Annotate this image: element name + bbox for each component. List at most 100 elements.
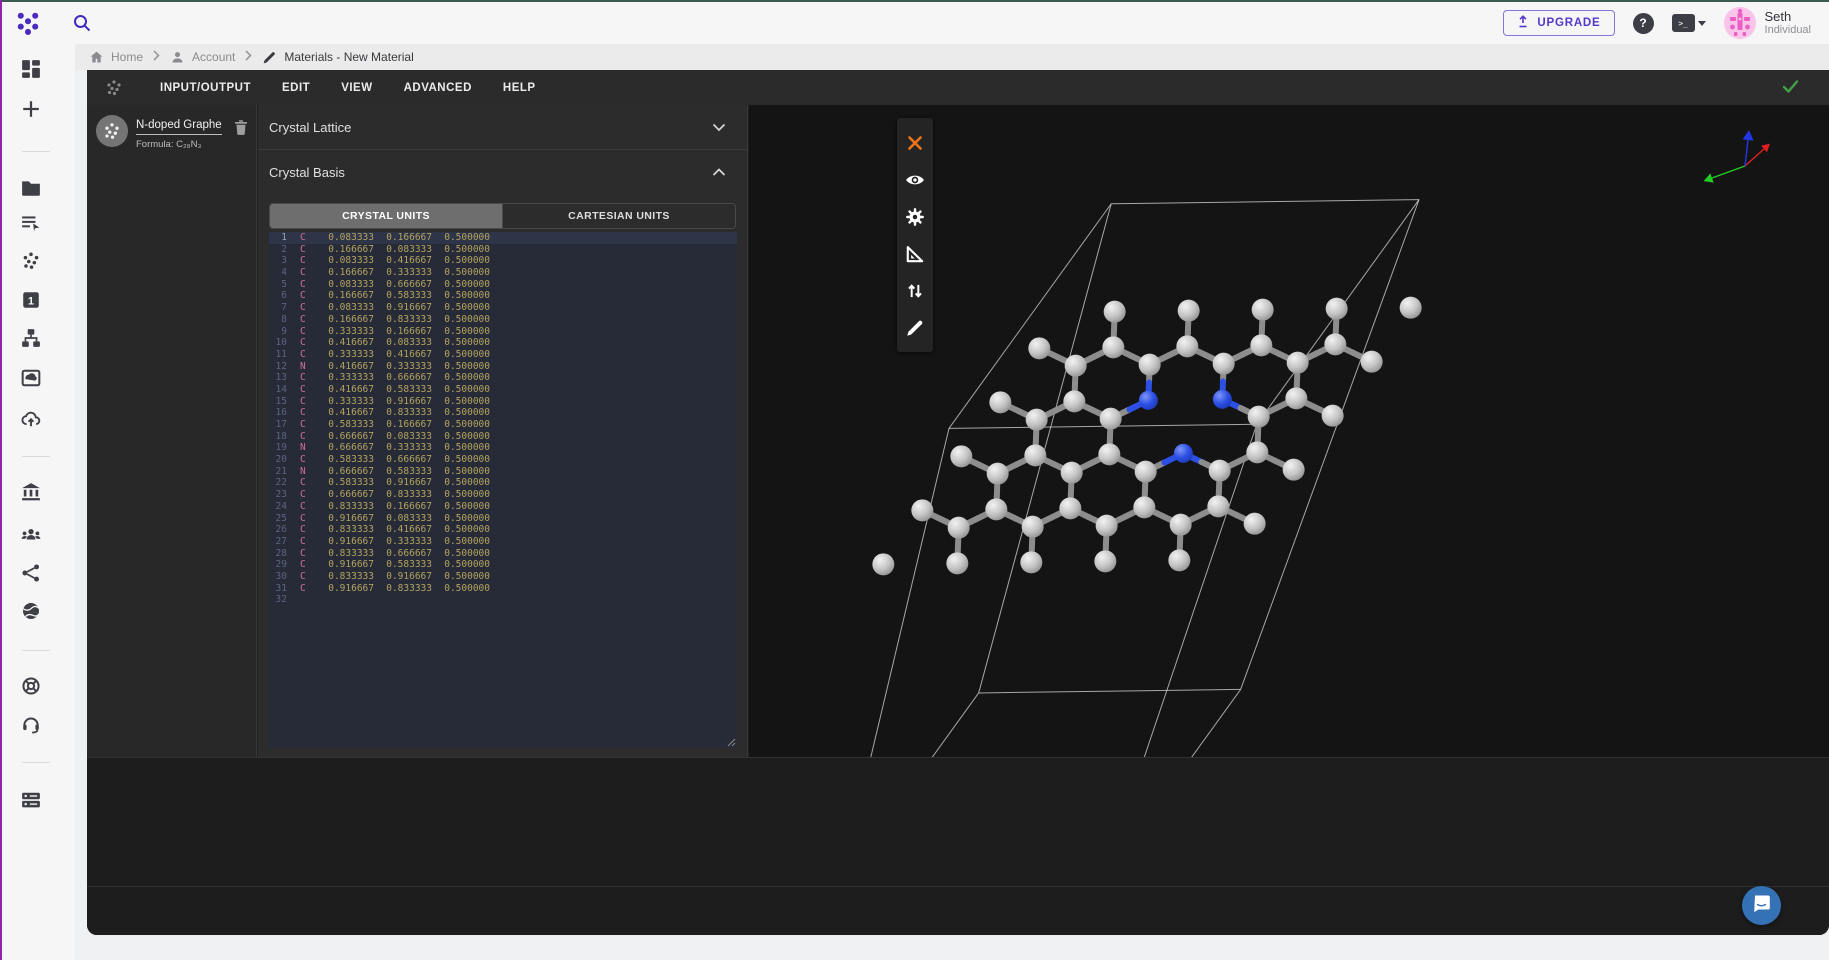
- carbon-atom[interactable]: [1244, 513, 1266, 535]
- sidebar-item-share[interactable]: [20, 562, 42, 584]
- upgrade-button[interactable]: UPGRADE: [1503, 10, 1614, 36]
- terminal-menu-button[interactable]: >_: [1672, 14, 1706, 32]
- carbon-atom[interactable]: [1139, 354, 1161, 376]
- sidebar-item-bank[interactable]: [20, 481, 42, 503]
- carbon-atom[interactable]: [872, 553, 894, 575]
- basis-line[interactable]: 31C0.9166670.8333330.500000: [269, 583, 737, 595]
- carbon-atom[interactable]: [1248, 406, 1270, 428]
- crystal-basis-accordion[interactable]: Crystal Basis: [258, 150, 747, 195]
- carbon-atom[interactable]: [1285, 387, 1307, 409]
- basis-line[interactable]: 1C0.0833330.1666670.500000: [269, 232, 737, 244]
- basis-line[interactable]: 13C0.3333330.6666670.500000: [269, 372, 737, 384]
- basis-line[interactable]: 14C0.4166670.5833330.500000: [269, 384, 737, 396]
- sidebar-item-team[interactable]: [20, 524, 42, 546]
- carbon-atom[interactable]: [1020, 551, 1042, 573]
- menu-edit[interactable]: EDIT: [282, 82, 310, 94]
- basis-code-editor[interactable]: 1C0.0833330.1666670.5000002C0.1666670.08…: [269, 232, 737, 748]
- menu-advanced[interactable]: ADVANCED: [404, 82, 472, 94]
- carbon-atom[interactable]: [1026, 409, 1048, 431]
- basis-line[interactable]: 12N0.4166670.3333330.500000: [269, 361, 737, 373]
- basis-line[interactable]: 18C0.6666670.0833330.500000: [269, 431, 737, 443]
- nitrogen-atom[interactable]: [1174, 444, 1193, 463]
- sidebar-item-web[interactable]: [20, 600, 42, 622]
- basis-line[interactable]: 27C0.9166670.3333330.500000: [269, 536, 737, 548]
- basis-line[interactable]: 29C0.9166670.5833330.500000: [269, 559, 737, 571]
- carbon-atom[interactable]: [1065, 355, 1087, 377]
- carbon-atom[interactable]: [1322, 405, 1344, 427]
- tab-crystal-units[interactable]: CRYSTAL UNITS: [270, 204, 502, 228]
- basis-line[interactable]: 4C0.1666670.3333330.500000: [269, 267, 737, 279]
- carbon-atom[interactable]: [1250, 334, 1272, 356]
- viewer-tool-swap-axes[interactable]: [897, 272, 933, 309]
- carbon-atom[interactable]: [1324, 333, 1346, 355]
- carbon-atom[interactable]: [1098, 443, 1120, 465]
- sidebar-item-support-wheel[interactable]: [20, 675, 42, 697]
- resize-handle[interactable]: [726, 737, 736, 747]
- basis-line[interactable]: 2C0.1666670.0833330.500000: [269, 244, 737, 256]
- sidebar-item-gallery[interactable]: [20, 367, 42, 389]
- carbon-atom[interactable]: [1170, 514, 1192, 536]
- carbon-atom[interactable]: [1287, 352, 1309, 374]
- carbon-atom[interactable]: [1133, 496, 1155, 518]
- sidebar-item-materials[interactable]: [20, 250, 42, 272]
- sidebar-item-servers[interactable]: [20, 789, 42, 811]
- sidebar-item-workflows[interactable]: [20, 327, 42, 349]
- carbon-atom[interactable]: [989, 391, 1011, 413]
- carbon-atom[interactable]: [1246, 441, 1268, 463]
- basis-line[interactable]: 21N0.6666670.5833330.500000: [269, 466, 737, 478]
- basis-line[interactable]: 25C0.9166670.0833330.500000: [269, 513, 737, 525]
- carbon-atom[interactable]: [1024, 444, 1046, 466]
- sidebar-item-headset[interactable]: [20, 713, 42, 735]
- user-menu[interactable]: Seth Individual: [1724, 7, 1811, 39]
- basis-line[interactable]: 9C0.3333330.1666670.500000: [269, 326, 737, 338]
- sidebar-item-jobs-list[interactable]: [20, 212, 42, 234]
- chat-launcher-button[interactable]: [1742, 886, 1781, 925]
- carbon-atom[interactable]: [911, 499, 933, 521]
- sidebar-item-add[interactable]: [20, 98, 42, 120]
- sidebar-item-dashboard[interactable]: [20, 58, 42, 80]
- basis-line[interactable]: 23C0.6666670.8333330.500000: [269, 489, 737, 501]
- carbon-atom[interactable]: [1283, 459, 1305, 481]
- carbon-atom[interactable]: [1104, 301, 1126, 323]
- carbon-atom[interactable]: [1252, 299, 1274, 321]
- basis-line[interactable]: 17C0.5833330.1666670.500000: [269, 419, 737, 431]
- three-d-viewer[interactable]: [749, 105, 1829, 757]
- sidebar-item-projects-folder[interactable]: [20, 177, 42, 199]
- carbon-atom[interactable]: [1326, 298, 1348, 320]
- tab-cartesian-units[interactable]: CARTESIAN UNITS: [502, 204, 735, 228]
- trash-icon[interactable]: [234, 119, 248, 140]
- carbon-atom[interactable]: [987, 463, 1009, 485]
- sidebar-item-bank-card[interactable]: 1: [20, 289, 42, 311]
- carbon-atom[interactable]: [1209, 460, 1231, 482]
- carbon-atom[interactable]: [1168, 549, 1190, 571]
- basis-line[interactable]: 6C0.1666670.5833330.500000: [269, 290, 737, 302]
- menu-help[interactable]: HELP: [503, 82, 536, 94]
- carbon-atom[interactable]: [1135, 461, 1157, 483]
- carbon-atom[interactable]: [1400, 297, 1422, 319]
- carbon-atom[interactable]: [985, 498, 1007, 520]
- carbon-atom[interactable]: [1063, 390, 1085, 412]
- basis-line[interactable]: 10C0.4166670.0833330.500000: [269, 337, 737, 349]
- basis-line[interactable]: 26C0.8333330.4166670.500000: [269, 524, 737, 536]
- carbon-atom[interactable]: [950, 445, 972, 467]
- carbon-atom[interactable]: [1094, 550, 1116, 572]
- carbon-atom[interactable]: [1022, 516, 1044, 538]
- basis-line[interactable]: 20C0.5833330.6666670.500000: [269, 454, 737, 466]
- basis-line[interactable]: 8C0.1666670.8333330.500000: [269, 314, 737, 326]
- basis-line[interactable]: 28C0.8333330.6666670.500000: [269, 548, 737, 560]
- carbon-atom[interactable]: [946, 552, 968, 574]
- viewer-tool-eye[interactable]: [897, 161, 933, 198]
- basis-line[interactable]: 16C0.4166670.8333330.500000: [269, 407, 737, 419]
- carbon-atom[interactable]: [1059, 497, 1081, 519]
- carbon-atom[interactable]: [1361, 351, 1383, 373]
- mat3ra-logo-icon[interactable]: [15, 10, 41, 36]
- material-list-item[interactable]: Formula: C₂₈N₃: [87, 105, 256, 160]
- sidebar-item-cloud-upload[interactable]: [20, 408, 42, 430]
- carbon-atom[interactable]: [948, 517, 970, 539]
- carbon-atom[interactable]: [1207, 495, 1229, 517]
- nitrogen-atom[interactable]: [1139, 391, 1158, 410]
- viewer-tool-measure[interactable]: [897, 235, 933, 272]
- breadcrumb-item-account[interactable]: Account: [170, 50, 235, 65]
- viewer-tool-close[interactable]: [897, 124, 933, 161]
- basis-line[interactable]: 30C0.8333330.9166670.500000: [269, 571, 737, 583]
